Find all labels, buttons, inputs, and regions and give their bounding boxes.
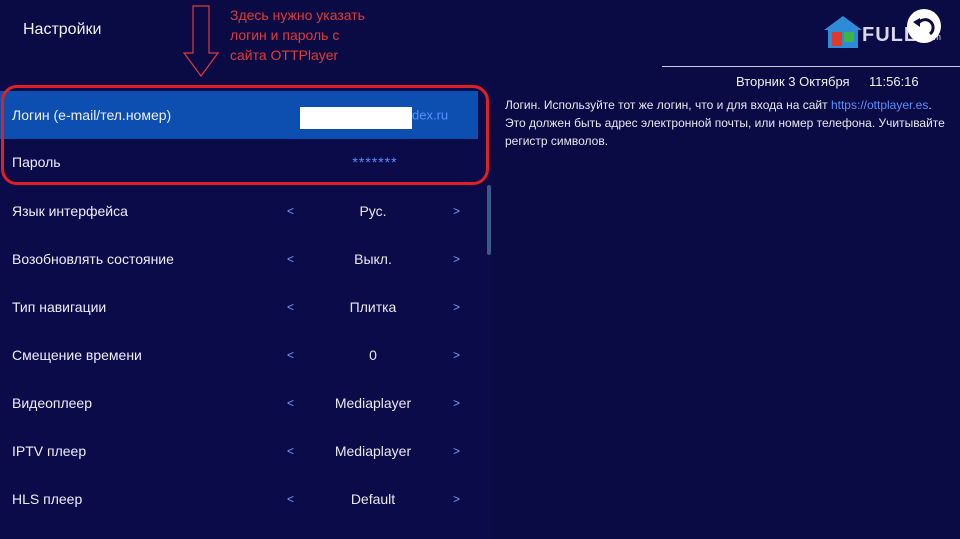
date-display: Вторник 3 Октября <box>736 74 850 89</box>
setting-value: Default <box>350 491 396 507</box>
prev-arrow[interactable]: < <box>287 492 294 506</box>
prev-arrow[interactable]: < <box>287 300 294 314</box>
annotation-line: логин и пароль с <box>230 27 340 43</box>
setting-value: Mediaplayer <box>334 395 412 411</box>
back-icon[interactable] <box>906 8 942 44</box>
setting-navigation-type[interactable]: Тип навигации < Плитка > <box>0 283 478 331</box>
setting-label: Возобновлять состояние <box>12 251 174 267</box>
setting-time-offset[interactable]: Смещение времени < 0 > <box>0 331 478 379</box>
arrow-down-icon <box>183 5 219 77</box>
help-text-part: Логин. Используйте тот же логин, что и д… <box>505 98 831 112</box>
next-arrow[interactable]: > <box>453 252 460 266</box>
header-divider <box>662 66 960 67</box>
next-arrow[interactable]: > <box>453 348 460 362</box>
setting-value: Рус. <box>359 203 387 219</box>
setting-language[interactable]: Язык интерфейса < Рус. > <box>0 187 478 235</box>
setting-video-player[interactable]: Видеоплеер < Mediaplayer > <box>0 379 478 427</box>
help-link[interactable]: https://ottplayer.es <box>831 98 928 112</box>
setting-value: Выкл. <box>354 251 392 267</box>
setting-iptv-player[interactable]: IPTV плеер < Mediaplayer > <box>0 427 478 475</box>
next-arrow[interactable]: > <box>453 444 460 458</box>
setting-value: Mediaplayer <box>334 443 412 459</box>
setting-resume-state[interactable]: Возобновлять состояние < Выкл. > <box>0 235 478 283</box>
prev-arrow[interactable]: < <box>287 396 294 410</box>
help-text: Логин. Используйте тот же логин, что и д… <box>505 96 945 150</box>
setting-label: HLS плеер <box>12 491 83 507</box>
highlight-frame <box>1 85 489 185</box>
prev-arrow[interactable]: < <box>287 348 294 362</box>
setting-label: Язык интерфейса <box>12 203 128 219</box>
scrollbar[interactable] <box>487 185 491 255</box>
next-arrow[interactable]: > <box>453 204 460 218</box>
clock: 11:56:16 <box>869 74 919 89</box>
prev-arrow[interactable]: < <box>287 444 294 458</box>
annotation-line: Здесь нужно указать <box>230 7 365 23</box>
next-arrow[interactable]: > <box>453 492 460 506</box>
brand-logo: FULL .am <box>818 6 958 58</box>
page-title: Настройки <box>23 21 102 38</box>
next-arrow[interactable]: > <box>453 300 460 314</box>
annotation-note: Здесь нужно указать логин и пароль с сай… <box>230 5 365 65</box>
setting-value: Плитка <box>349 299 397 315</box>
setting-label: Смещение времени <box>12 347 142 363</box>
setting-hls-player[interactable]: HLS плеер < Default > <box>0 475 478 523</box>
house-icon <box>824 16 862 48</box>
annotation-line: сайта OTTPlayer <box>230 47 339 63</box>
prev-arrow[interactable]: < <box>287 252 294 266</box>
next-arrow[interactable]: > <box>453 396 460 410</box>
setting-label: Тип навигации <box>12 299 107 315</box>
setting-label: IPTV плеер <box>12 443 87 459</box>
prev-arrow[interactable]: < <box>287 204 294 218</box>
setting-label: Видеоплеер <box>12 395 93 411</box>
setting-value: 0 <box>369 347 377 363</box>
